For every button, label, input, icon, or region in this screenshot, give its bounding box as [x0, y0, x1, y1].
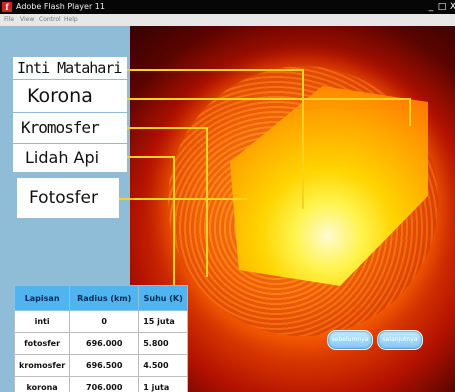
table-header: Suhu (K) — [138, 285, 189, 311]
previous-button[interactable]: sebelumnya — [327, 330, 373, 350]
guide-line-kromosfer-v — [206, 127, 208, 277]
table-cell: 696.500 — [69, 354, 140, 377]
table-cell: 696.000 — [69, 332, 140, 355]
menu-help[interactable]: Help — [64, 14, 78, 26]
window-title: Adobe Flash Player 11 — [16, 2, 105, 11]
table-row: korona 706.000 1 juta — [13, 376, 189, 392]
guide-line-korona-h — [127, 98, 411, 100]
table-header-row: Lapisan Radius (km) Suhu (K) — [13, 285, 189, 311]
table-cell: fotosfer — [13, 332, 71, 355]
title-bar: f Adobe Flash Player 11 _ □ X — [0, 0, 455, 14]
label-lidah-api: Lidah Api — [13, 144, 127, 172]
table-cell: inti — [13, 310, 71, 333]
label-fotosfer: Fotosfer — [17, 178, 119, 218]
label-korona: Korona — [13, 80, 127, 112]
guide-line-kromosfer-h — [127, 127, 207, 129]
menu-control[interactable]: Control — [39, 14, 61, 26]
flash-logo-icon: f — [2, 2, 12, 12]
table-row: fotosfer 696.000 5.800 — [13, 332, 189, 355]
table-cell: 0 — [69, 310, 140, 333]
table-header: Radius (km) — [69, 285, 140, 311]
guide-line-lidah-h — [127, 156, 174, 158]
guide-line-korona-v — [409, 98, 411, 126]
table-cell: 706.000 — [69, 376, 140, 392]
flash-player-window: f Adobe Flash Player 11 _ □ X File View … — [0, 0, 455, 392]
table-cell: 15 juta — [138, 310, 189, 333]
menu-file[interactable]: File — [4, 14, 14, 26]
close-button[interactable]: X — [447, 0, 455, 14]
guide-line-fotosfer-h — [119, 198, 247, 200]
table-row: kromosfer 696.500 4.500 — [13, 354, 189, 377]
label-inti-matahari: Inti Matahari — [13, 57, 127, 79]
sun-layers-table: Lapisan Radius (km) Suhu (K) inti 0 15 j… — [13, 285, 189, 392]
table-cell: 1 juta — [138, 376, 189, 392]
menu-view[interactable]: View — [20, 14, 34, 26]
guide-line-inti-h — [127, 69, 303, 71]
table-cell: korona — [13, 376, 71, 392]
label-kromosfer: Kromosfer — [13, 113, 127, 143]
flash-stage: Inti Matahari Korona Kromosfer Lidah Api… — [0, 26, 455, 392]
table-cell: kromosfer — [13, 354, 71, 377]
guide-line-inti-v — [302, 69, 304, 209]
table-cell: 4.500 — [138, 354, 189, 377]
table-row: inti 0 15 juta — [13, 310, 189, 333]
next-button[interactable]: selanjutnya — [377, 330, 423, 350]
menu-bar: File View Control Help — [0, 14, 455, 26]
table-cell: 5.800 — [138, 332, 189, 355]
table-header: Lapisan — [13, 285, 71, 311]
